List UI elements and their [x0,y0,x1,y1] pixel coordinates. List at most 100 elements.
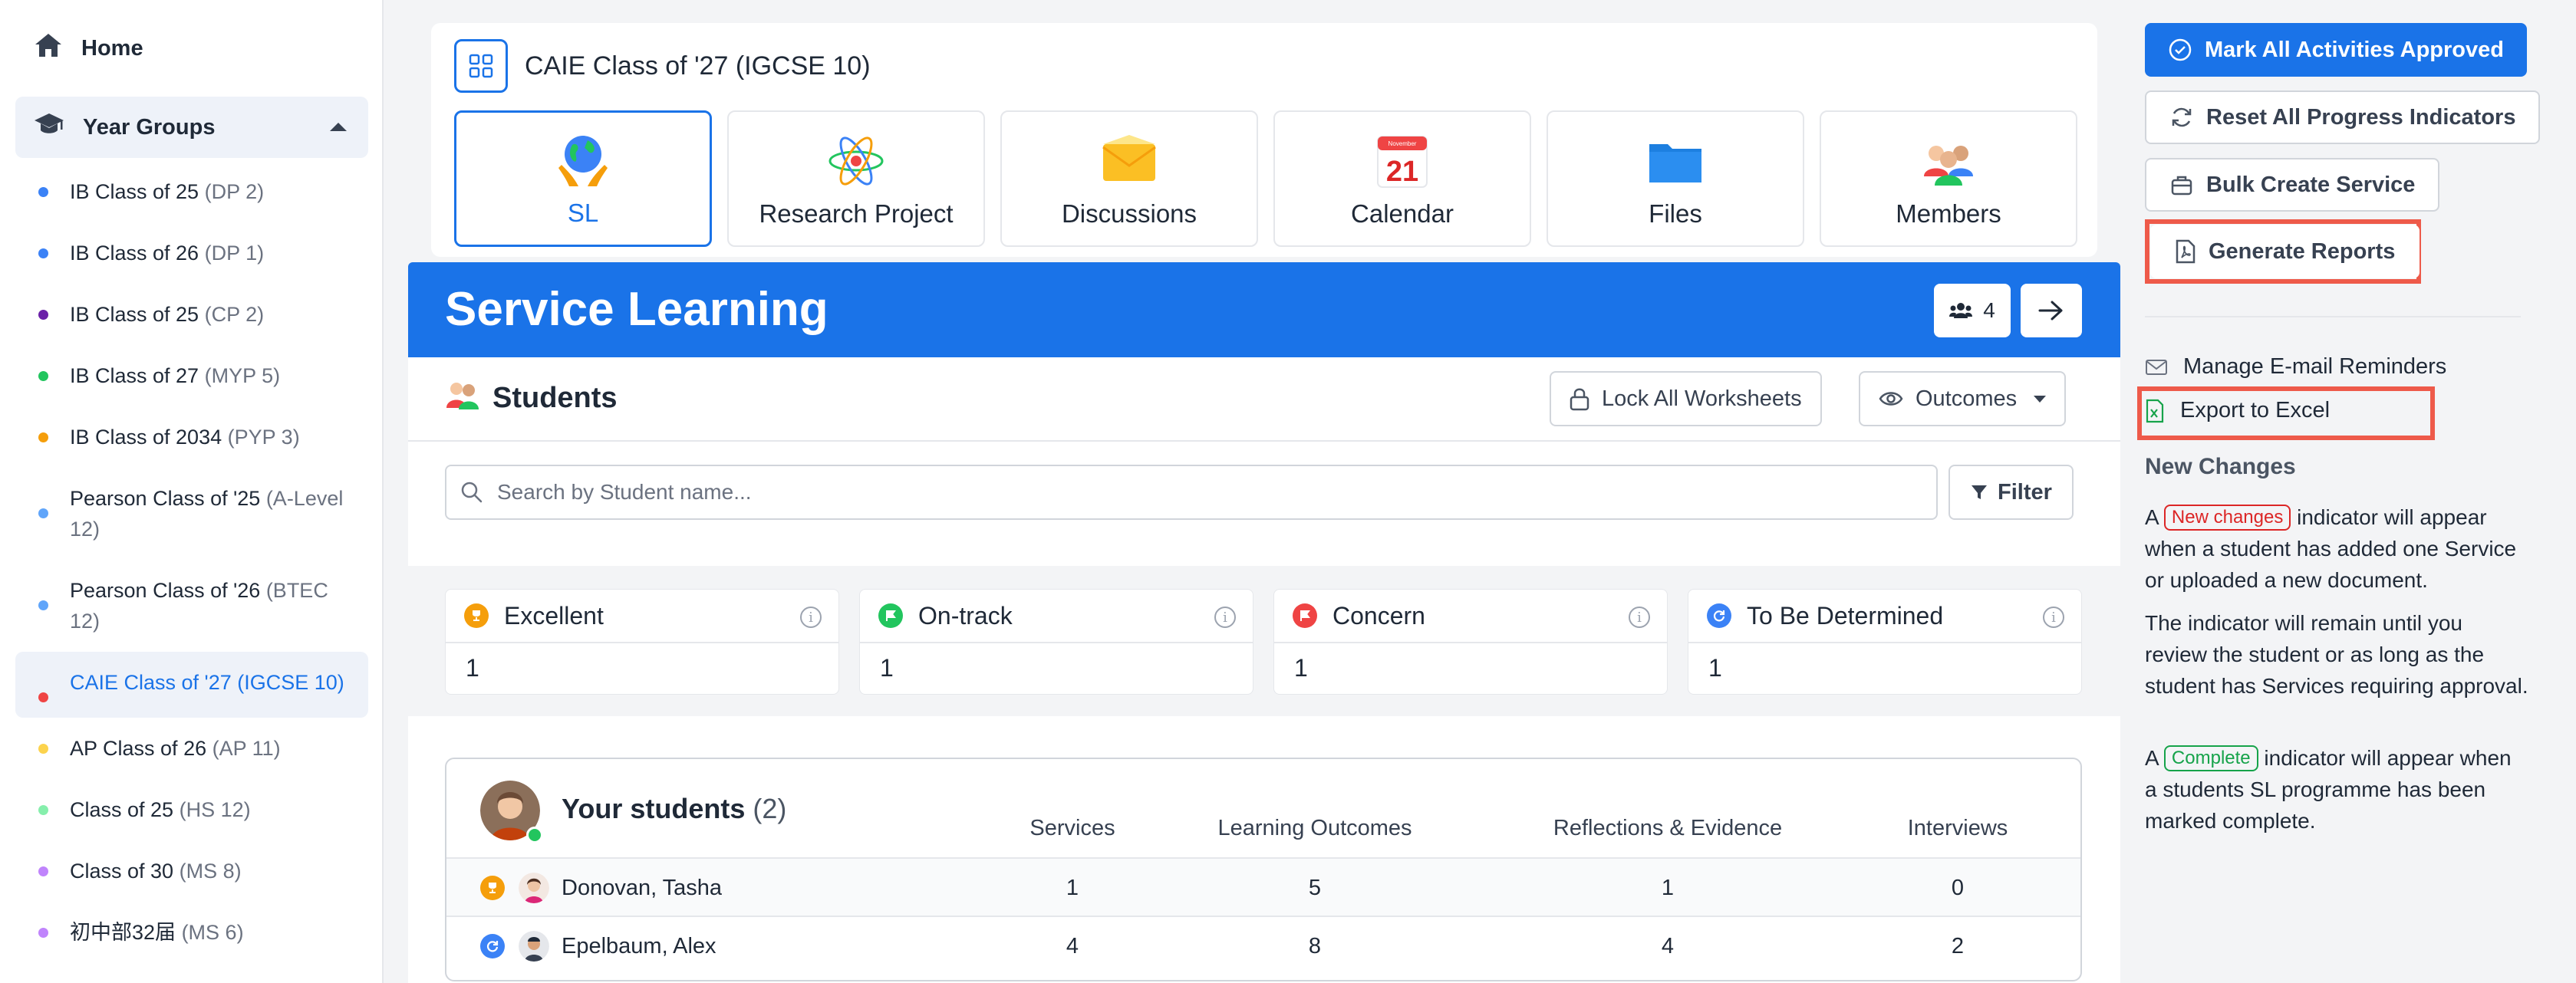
student-name[interactable]: Epelbaum, Alex [562,934,716,959]
envelope-icon [1100,132,1158,190]
mark-all-approved-button[interactable]: Mark All Activities Approved [2145,23,2527,77]
tile-files[interactable]: Files [1547,110,1804,247]
sidebar-group-item-text: Pearson Class of '25 (A-Level 12) [70,483,350,544]
manage-email-reminders-link[interactable]: Manage E-mail Reminders [2145,354,2446,380]
sidebar-group-item-sub: (PYP 3) [227,426,300,449]
members-count-button[interactable]: 4 [1934,284,2011,337]
student-name[interactable]: Donovan, Tasha [562,876,722,901]
sidebar-group-item[interactable]: Pearson Class of '25 (A-Level 12) [15,468,368,560]
lock-icon [1570,388,1589,411]
tile-calendar[interactable]: November 21 Calendar [1273,110,1531,247]
mark-approved-label: Mark All Activities Approved [2205,37,2504,62]
sidebar-group-item[interactable]: IB Class of 25 (DP 2) [15,161,368,222]
outcomes-dropdown[interactable]: Outcomes [1859,371,2067,426]
status-value: 1 [880,654,894,682]
group-color-dot [38,928,48,938]
sidebar-group-item-label: AP Class of 26 [70,737,207,760]
avatar [519,873,549,903]
arrow-right-icon [2038,301,2063,321]
status-label: Excellent [504,601,604,630]
sidebar-group-item-sub: (MS 6) [181,921,244,944]
info-icon[interactable]: i [800,607,822,628]
tile-research-project[interactable]: Research Project [727,110,985,247]
sidebar-group-item-text: IB Class of 27 (MYP 5) [70,360,280,391]
apps-grid-button[interactable] [454,39,508,93]
banner-next-button[interactable] [2021,284,2082,337]
reset-progress-button[interactable]: Reset All Progress Indicators [2145,90,2541,144]
tile-discussions[interactable]: Discussions [1000,110,1258,247]
search-input[interactable]: Search by Student name... [445,465,1938,520]
tile-label: SL [567,199,599,227]
table-row[interactable]: Epelbaum, Alex 4 8 4 2 [446,916,2080,974]
check-circle-icon [2169,38,2192,61]
sidebar-home-link[interactable]: Home [15,21,368,75]
tile-label: Members [1896,199,2001,228]
table-title-text: Your students [562,793,746,824]
members-count: 4 [1983,298,1995,322]
tile-label: Discussions [1061,199,1197,228]
sidebar-group-item-text: CAIE Class of '27 (IGCSE 10) [70,667,344,698]
info-icon[interactable]: i [1629,607,1650,628]
trophy-icon [480,876,505,900]
sidebar-group-label: Year Groups [83,114,216,140]
folder-icon [1646,132,1705,190]
sidebar-group-item[interactable]: IB Class of 26 (DP 1) [15,222,368,284]
sidebar-group-item[interactable]: Pearson Class of '26 (BTEC 12) [15,560,368,652]
lock-all-worksheets-button[interactable]: Lock All Worksheets [1550,371,1822,426]
sidebar-group-item-text: IB Class of 25 (DP 2) [70,176,264,207]
indicator-remain-description: The indicator will remain until you revi… [2145,611,2528,698]
sidebar-year-groups[interactable]: Year Groups [15,97,368,158]
column-header: Interviews [1907,816,2008,840]
status-value: 1 [1294,654,1308,682]
excel-file-icon [2146,399,2164,422]
new-changes-heading: New Changes [2145,454,2296,479]
tile-sl[interactable]: SL [454,110,712,247]
info-icon[interactable]: i [2043,607,2064,628]
status-card-to-be-determined: To Be Determined i 1 [1688,589,2082,695]
group-color-dot [38,432,48,442]
refresh-icon [2172,107,2192,127]
table-title-count: (2) [753,793,787,824]
sidebar-group-item[interactable]: IB Class of 2034 (PYP 3) [15,406,368,468]
sidebar-group-item-sub: (IGCSE 10) [237,671,344,694]
sidebar-group-item[interactable]: CAIE Class of '27 (IGCSE 10) [15,652,368,718]
bulk-create-service-button[interactable]: Bulk Create Service [2145,158,2440,212]
atom-icon [827,132,885,190]
status-card-on-track: On-track i 1 [859,589,1253,695]
column-header: Learning Outcomes [1217,816,1412,840]
sidebar-group-item[interactable]: AP Class of 26 (AP 11) [15,718,368,779]
status-label: To Be Determined [1747,601,1944,630]
flag-icon [878,603,903,628]
service-learning-banner: Service Learning 4 [408,262,2120,357]
grid-icon [469,54,493,78]
para-text: A [2145,505,2159,529]
globe-hands-icon [554,131,612,189]
filter-button[interactable]: Filter [1948,465,2074,520]
manage-reminders-label: Manage E-mail Reminders [2183,354,2447,379]
sidebar-group-item[interactable]: IB Class of 25 (CP 2) [15,284,368,345]
avatar [519,931,549,962]
filter-label: Filter [1998,479,2052,505]
sidebar-group-item-text: Class of 30 (MS 8) [70,856,242,886]
sidebar-group-list: IB Class of 25 (DP 2) IB Class of 26 (DP … [15,161,368,963]
sidebar-group-item[interactable]: Class of 30 (MS 8) [15,840,368,902]
class-nav-card: CAIE Class of '27 (IGCSE 10) SL Research… [431,23,2097,257]
para-text: A [2145,746,2159,770]
export-to-excel-link[interactable]: Export to Excel [2145,398,2330,423]
sidebar-group-item[interactable]: 初中部32届 (MS 6) [15,902,368,963]
sidebar-group-item-text: IB Class of 2034 (PYP 3) [70,422,300,452]
table-row[interactable]: Donovan, Tasha 1 5 1 0 [446,857,2080,916]
sidebar-group-item[interactable]: Class of 25 (HS 12) [15,779,368,840]
sidebar-group-item-sub: (MYP 5) [204,364,281,387]
info-icon[interactable]: i [1214,607,1236,628]
sidebar-group-item[interactable]: IB Class of 27 (MYP 5) [15,345,368,406]
refresh-icon [1707,603,1731,628]
students-icon [445,379,480,417]
group-color-dot [38,187,48,197]
search-placeholder: Search by Student name... [497,480,752,504]
tile-members[interactable]: Members [1820,110,2077,247]
cell-reflections: 4 [1661,934,1675,958]
students-table: Your students (2) Services Learning Outc… [445,758,2082,981]
generate-reports-button[interactable]: Generate Reports [2150,225,2420,278]
trophy-icon [464,603,489,628]
